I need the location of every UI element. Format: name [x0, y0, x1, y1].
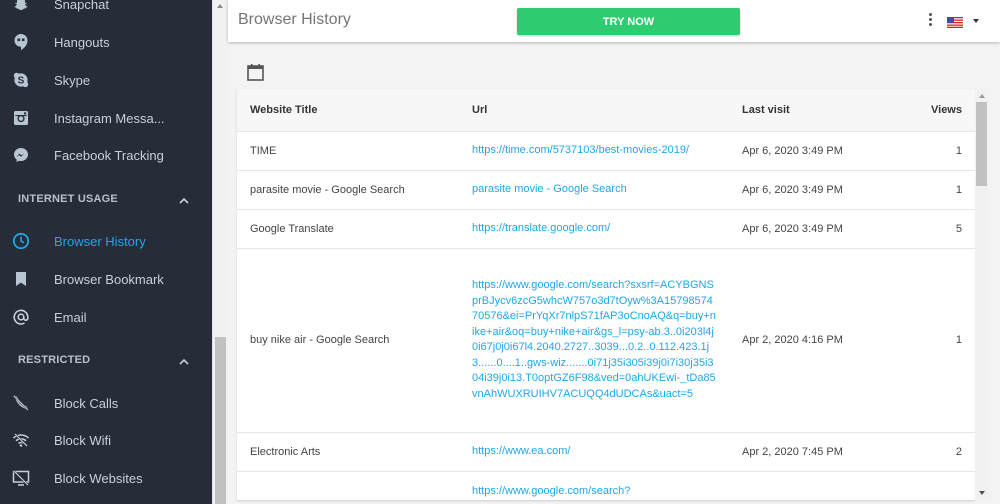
website-title: Electronic Arts [237, 432, 459, 472]
sidebar-item-skype[interactable]: S Skype [0, 61, 212, 99]
more-vert-icon[interactable] [926, 13, 934, 29]
messenger-icon [12, 146, 30, 164]
url-link[interactable]: https://www.google.com/search?sxsrf=ACYB… [472, 279, 716, 400]
section-internet-usage[interactable]: INTERNET USAGE [0, 184, 212, 214]
website-title: parasite movie - Google Search [237, 170, 459, 210]
hangouts-icon [12, 33, 30, 51]
clock-icon [12, 232, 30, 250]
sidebar-item-instagram[interactable]: Instagram Messa... [0, 99, 212, 137]
section-title: INTERNET USAGE [18, 193, 118, 205]
sidebar: Snapchat Hangouts S Skype Instagram Mess… [0, 0, 212, 504]
snapchat-icon [12, 0, 30, 13]
sidebar-item-label: Instagram Messa... [54, 110, 165, 126]
section-title: RESTRICTED [18, 354, 91, 366]
bookmark-icon [12, 270, 30, 288]
at-icon [12, 308, 30, 326]
sidebar-item-browser-bookmark[interactable]: Browser Bookmark [0, 260, 212, 298]
chevron-up-icon [178, 193, 190, 211]
views-count: 2 [885, 432, 975, 472]
block-websites-icon [12, 469, 30, 487]
sidebar-item-label: Block Wifi [54, 432, 112, 448]
column-header-url[interactable]: Url [459, 89, 729, 132]
last-visit [729, 471, 885, 500]
views-count: 1 [885, 131, 975, 171]
sidebar-item-label: Browser History [54, 233, 146, 249]
sidebar-item-label: Block Calls [54, 395, 119, 411]
column-header-last-visit[interactable]: Last visit [729, 89, 885, 132]
scroll-up-arrow-icon[interactable] [979, 94, 985, 98]
website-title: Google Translate [237, 209, 459, 249]
last-visit: Apr 2, 2020 7:45 PM [729, 432, 885, 472]
last-visit: Apr 6, 2020 3:49 PM [729, 209, 885, 249]
table-row: parasite movie - Google Search parasite … [237, 170, 975, 210]
sidebar-item-hangouts[interactable]: Hangouts [0, 23, 212, 61]
sidebar-item-label: Skype [54, 72, 91, 88]
table-row: Google Translate https://translate.googl… [237, 209, 975, 249]
page-title: Browser History [238, 11, 351, 28]
views-count [885, 471, 975, 500]
top-bar: Browser History TRY NOW [228, 0, 1000, 42]
scroll-up-arrow-icon[interactable] [217, 4, 223, 8]
sidebar-item-label: Block Websites [54, 470, 143, 486]
column-header-views[interactable]: Views [885, 89, 975, 132]
sidebar-item-block-websites[interactable]: Block Websites [0, 459, 212, 497]
sidebar-item-block-wifi[interactable]: Block Wifi [0, 421, 212, 459]
url-link[interactable]: https://translate.google.com/ [472, 222, 610, 234]
sidebar-scrollbar[interactable] [212, 0, 228, 504]
sidebar-item-label: Hangouts [54, 34, 110, 50]
sidebar-item-facebook-tracking[interactable]: Facebook Tracking [0, 136, 212, 174]
table-scrollbar[interactable] [975, 89, 989, 500]
table-row: https://www.google.com/search? [237, 471, 975, 500]
sidebar-item-label: Email [54, 309, 87, 325]
url-link[interactable]: parasite movie - Google Search [472, 183, 627, 195]
us-flag-icon[interactable] [947, 15, 963, 28]
svg-text:S: S [18, 76, 25, 87]
skype-icon: S [12, 71, 30, 89]
views-count: 5 [885, 209, 975, 249]
instagram-icon [12, 109, 30, 127]
sidebar-item-snapchat[interactable]: Snapchat [0, 0, 212, 23]
website-title: buy nike air - Google Search [237, 248, 459, 433]
table-row: TIME https://time.com/5737103/best-movie… [237, 131, 975, 171]
table-row: Electronic Arts https://www.ea.com/ Apr … [237, 432, 975, 472]
sidebar-scrollbar-thumb[interactable] [215, 337, 226, 504]
url-link[interactable]: https://www.ea.com/ [472, 445, 570, 457]
wifi-off-icon [12, 431, 30, 449]
language-dropdown-caret-icon[interactable] [973, 19, 979, 23]
last-visit: Apr 2, 2020 4:16 PM [729, 248, 885, 433]
sidebar-item-label: Facebook Tracking [54, 147, 164, 163]
scroll-down-arrow-icon[interactable] [979, 491, 985, 495]
url-link[interactable]: https://www.google.com/search? [472, 485, 630, 497]
sidebar-item-email[interactable]: Email [0, 298, 212, 336]
last-visit: Apr 6, 2020 3:49 PM [729, 170, 885, 210]
sidebar-item-browser-history[interactable]: Browser History [0, 222, 212, 260]
url-link[interactable]: https://time.com/5737103/best-movies-201… [472, 144, 689, 156]
table-header-row: Website Title Url Last visit Views [237, 89, 975, 132]
website-title: TIME [237, 131, 459, 171]
browser-history-table: Website Title Url Last visit Views TIME … [237, 89, 975, 500]
column-header-website-title[interactable]: Website Title [237, 89, 459, 132]
last-visit: Apr 6, 2020 3:49 PM [729, 131, 885, 171]
table-row: buy nike air - Google Search https://www… [237, 248, 975, 433]
table-scrollbar-thumb[interactable] [976, 102, 987, 186]
views-count: 1 [885, 248, 975, 433]
website-title [237, 471, 459, 500]
sidebar-item-label: Snapchat [54, 0, 109, 12]
calendar-icon[interactable] [247, 63, 264, 86]
block-calls-icon [12, 394, 30, 412]
sidebar-item-block-calls[interactable]: Block Calls [0, 384, 212, 422]
chevron-up-icon [178, 354, 190, 372]
sidebar-item-label: Browser Bookmark [54, 271, 164, 287]
section-restricted[interactable]: RESTRICTED [0, 345, 212, 375]
try-now-button[interactable]: TRY NOW [517, 8, 740, 35]
views-count: 1 [885, 170, 975, 210]
